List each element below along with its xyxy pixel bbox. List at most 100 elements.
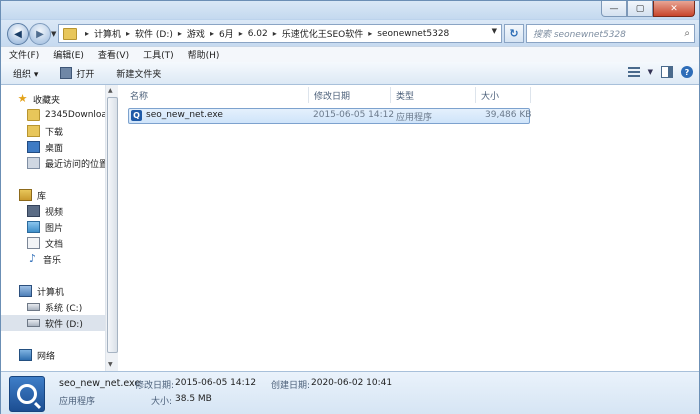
computer-icon [19,285,32,297]
file-type: 应用程序 [396,113,433,123]
sidebar-item-label: 桌面 [45,143,64,154]
menu-edit[interactable]: 编辑(E) [53,48,84,61]
breadcrumb-item[interactable]: 乐速优化王SEO软件 [282,27,363,40]
column-header-size[interactable]: 大小 [481,87,499,103]
scroll-down-icon[interactable]: ▼ [108,361,113,368]
command-bar: 组织 ▾ 打开 新建文件夹 ▼ ? [1,62,699,85]
refresh-icon[interactable]: ↻ [504,24,524,43]
column-divider[interactable] [390,87,391,103]
forward-arrow-icon[interactable]: ▶ [29,23,51,45]
new-folder-button[interactable]: 新建文件夹 [116,67,161,80]
navigation-scrollbar[interactable]: ▲ ▼ [105,85,119,371]
sidebar-item-drive-c[interactable]: 系统 (C:) [1,299,105,315]
maximize-button[interactable]: ▢ [627,1,653,17]
explorer-window: — ▢ ✕ ◀ ▶ ▼ ▸ 计算机 ▸ 软件 (D:) ▸ 游戏 ▸ 6月 ▸ … [0,0,700,414]
column-divider[interactable] [530,87,531,103]
sidebar-item-label: 下载 [45,127,64,138]
video-library-icon [27,205,40,217]
file-name: seo_new_net.exe [146,110,223,120]
breadcrumb-item[interactable]: seonewnet5328 [377,29,449,39]
file-modified: 2015-06-05 14:12 [313,110,395,120]
recent-pages-dropdown-icon[interactable]: ▼ [51,30,56,38]
preview-pane-icon[interactable] [661,66,673,78]
search-input[interactable]: 搜索 seonewnet5328 ⌕ [526,24,695,43]
sidebar-group-label: 网络 [37,351,56,362]
details-created-label: 创建日期: [271,381,311,391]
back-arrow-icon[interactable]: ◀ [7,23,29,45]
chevron-right-icon[interactable]: ▸ [273,29,277,38]
sidebar-group-network[interactable]: 网络 [1,347,105,363]
breadcrumb-item[interactable]: 游戏 [187,27,205,40]
menu-file[interactable]: 文件(F) [9,48,39,61]
folder-icon [27,109,40,121]
column-header-name[interactable]: 名称 [130,87,148,103]
sidebar-item-label: 最近访问的位置 [45,159,105,170]
close-button[interactable]: ✕ [653,1,695,17]
menu-bar: 文件(F) 编辑(E) 查看(V) 工具(T) 帮助(H) [1,46,699,62]
chevron-right-icon[interactable]: ▸ [368,29,372,38]
minimize-button[interactable]: — [601,1,627,17]
menu-tools[interactable]: 工具(T) [143,48,174,61]
breadcrumb-item[interactable]: 6.02 [248,29,268,39]
sidebar-group-libraries[interactable]: 库 [1,187,105,203]
breadcrumb-item[interactable]: 6月 [219,27,234,40]
address-bar[interactable]: ▸ 计算机 ▸ 软件 (D:) ▸ 游戏 ▸ 6月 ▸ 6.02 ▸ 乐速优化王… [58,24,502,43]
scrollbar-thumb[interactable] [107,97,118,353]
chevron-right-icon[interactable]: ▸ [126,29,130,38]
details-size-label: 大小: [151,397,173,407]
scroll-up-icon[interactable]: ▲ [108,87,113,94]
search-icon[interactable]: ⌕ [684,28,690,39]
sidebar-item-drive-d[interactable]: 软件 (D:) [1,315,105,331]
details-filename: seo_new_net.exe [59,378,141,389]
recent-places-icon [27,157,40,169]
sidebar-group-label: 库 [37,191,47,202]
address-dropdown-icon[interactable]: ▼ [492,27,497,35]
chevron-right-icon[interactable]: ▸ [85,29,89,38]
chevron-right-icon[interactable]: ▸ [210,29,214,38]
sidebar-item-label: 软件 (D:) [45,319,83,330]
file-row[interactable]: Q seo_new_net.exe 2015-06-05 14:12 应用程序 … [128,108,532,124]
folder-icon [63,27,77,40]
sidebar-item-pictures[interactable]: 图片 [1,219,105,235]
help-icon[interactable]: ? [681,66,693,78]
file-list: 名称 修改日期 类型 大小 Q seo_new_net.exe 2015-06-… [118,85,699,371]
details-size-value: 38.5 MB [175,394,212,404]
column-divider[interactable] [475,87,476,103]
change-view-icon[interactable] [627,67,640,77]
sidebar-group-computer[interactable]: 计算机 [1,283,105,299]
caption-buttons: — ▢ ✕ [601,1,695,17]
chevron-right-icon[interactable]: ▸ [178,29,182,38]
sidebar-group-favorites[interactable]: ★ 收藏夹 [1,91,105,107]
sidebar-item-documents[interactable]: 文档 [1,235,105,251]
sidebar-item-label: 视频 [45,207,64,218]
menu-help[interactable]: 帮助(H) [188,48,220,61]
column-header-modified[interactable]: 修改日期 [314,87,350,103]
sidebar-item-2345downloads[interactable]: 2345Downloads [1,107,105,123]
menu-view[interactable]: 查看(V) [98,48,129,61]
view-controls: ▼ ? [627,66,693,78]
sidebar-item-desktop[interactable]: 桌面 [1,139,105,155]
libraries-icon [19,189,32,201]
sidebar-item-downloads[interactable]: 下载 [1,123,105,139]
chevron-right-icon[interactable]: ▸ [239,29,243,38]
details-modified-value: 2015-06-05 14:12 [175,378,257,388]
sidebar-item-label: 文档 [45,239,64,250]
sidebar-item-music[interactable]: ♪ 音乐 [1,251,105,267]
view-dropdown-icon[interactable]: ▼ [648,68,653,76]
sidebar-item-videos[interactable]: 视频 [1,203,105,219]
sidebar-item-recent-places[interactable]: 最近访问的位置 [1,155,105,171]
breadcrumb-item[interactable]: 计算机 [94,27,121,40]
open-label: 打开 [76,69,95,80]
breadcrumb-item[interactable]: 软件 (D:) [135,27,173,40]
breadcrumb: ▸ 计算机 ▸ 软件 (D:) ▸ 游戏 ▸ 6月 ▸ 6.02 ▸ 乐速优化王… [80,27,449,41]
column-divider[interactable] [308,87,309,103]
sidebar-group-label: 收藏夹 [33,95,61,106]
sidebar-group-label: 计算机 [37,287,65,298]
content-area: ★ 收藏夹 2345Downloads 下载 桌面 最近访问的位置 库 [1,85,699,371]
column-header-type[interactable]: 类型 [396,87,414,103]
details-modified-label: 修改日期: [135,381,175,391]
application-icon: Q [131,110,142,121]
file-size: 39,486 KB [485,110,532,120]
organize-button[interactable]: 组织 ▾ [13,67,38,80]
open-button[interactable]: 打开 [60,67,94,80]
